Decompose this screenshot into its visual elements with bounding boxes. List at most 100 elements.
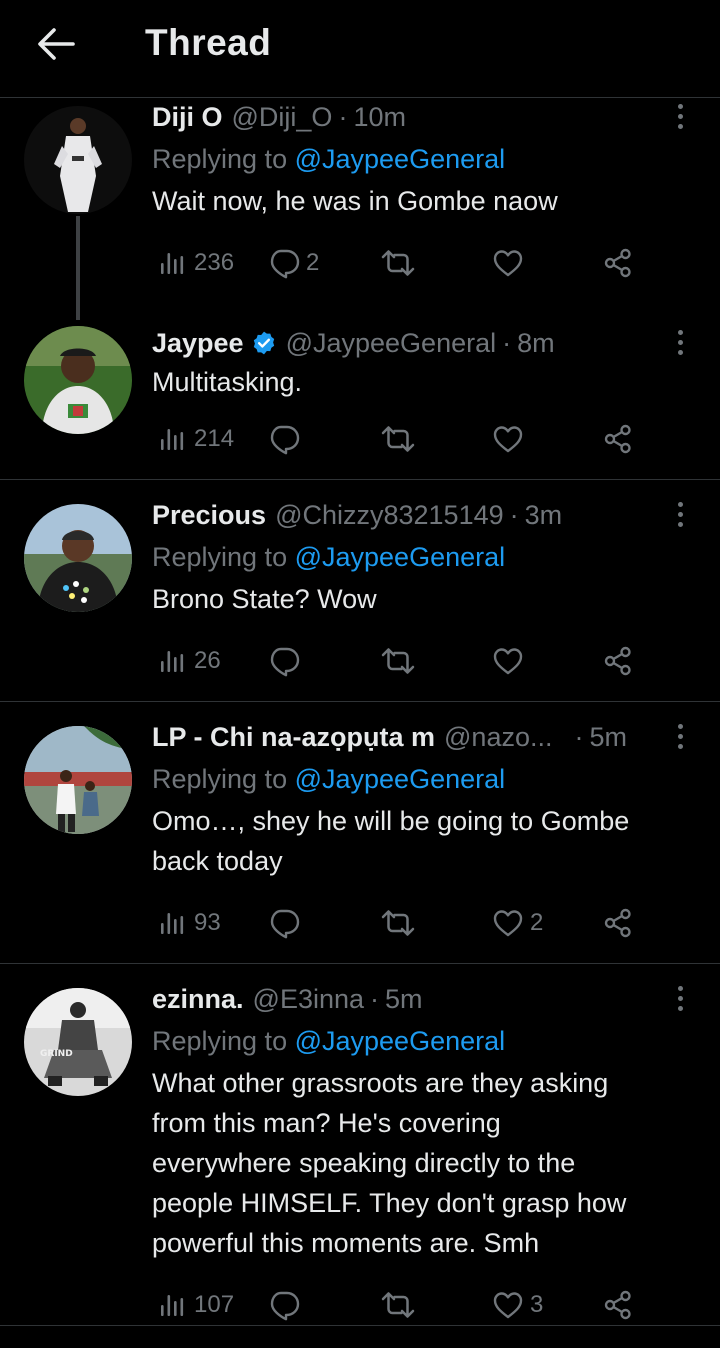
share-button[interactable] [602,644,634,678]
views-count: 214 [194,425,235,452]
replying-to-label: Replying to [152,144,295,174]
timestamp[interactable]: 8m [517,326,555,360]
timestamp[interactable]: 5m [385,982,423,1016]
views-button[interactable]: 26 [158,644,221,678]
views-count: 26 [194,647,221,674]
share-button[interactable] [602,246,634,280]
tweet-header: Precious @Chizzy83215149 · 3m [152,498,692,532]
views-count: 236 [194,249,235,276]
views-button[interactable]: 93 [158,906,221,940]
tweet[interactable]: Precious @Chizzy83215149 · 3m Replying t… [0,480,720,702]
more-options-button[interactable] [668,326,692,358]
top-bar: Thread [0,0,720,98]
tweet-text: What other grassroots are they asking fr… [152,1063,692,1263]
reply-bubble-icon [268,1289,300,1321]
share-button[interactable] [602,1288,634,1322]
tweet[interactable]: GRIND ezinna. @E3inna · 5m Replying to @… [0,964,720,1326]
retweet-button[interactable] [380,246,422,280]
more-vertical-icon [677,723,683,729]
retweet-button[interactable] [380,906,422,940]
replying-to: Replying to @JaypeeGeneral [152,540,692,574]
mention-link[interactable]: @JaypeeGeneral [295,144,506,174]
reply-bubble-icon [268,645,300,677]
avatar[interactable] [24,726,132,834]
mention-link[interactable]: @JaypeeGeneral [295,764,506,794]
tweet-header: ezinna. @E3inna · 5m [152,982,692,1016]
retweet-button[interactable] [380,644,422,678]
like-button[interactable] [492,422,530,456]
more-options-button[interactable] [668,720,692,752]
tweet-text-line: from this man? He's covering [152,1108,501,1138]
user-handle[interactable]: @E3inna [253,982,364,1016]
share-icon [602,423,634,455]
tweet-actions: 236 2 [158,246,648,280]
more-options-button[interactable] [668,982,692,1014]
user-handle[interactable]: @Chizzy83215149 [275,498,504,532]
tweet[interactable]: LP - Chi na-azọpụta m @nazo... · 5m Repl… [0,702,720,964]
views-button[interactable]: 214 [158,422,234,456]
reply-button[interactable] [268,422,306,456]
like-count: 2 [530,909,544,936]
tweet-text-line: people HIMSELF. They don't grasp how [152,1188,627,1218]
reply-button[interactable]: 2 [268,246,319,280]
more-vertical-icon [677,103,683,109]
avatar-text: GRIND [40,1049,73,1059]
heart-icon [492,1289,524,1321]
user-name[interactable]: Diji O [152,100,223,134]
user-name[interactable]: ezinna. [152,982,244,1016]
tweet-actions: 107 3 [158,1288,648,1322]
retweet-icon [380,423,416,455]
replying-to-label: Replying to [152,542,295,572]
tweet-text-line: What other grassroots are they asking [152,1068,609,1098]
like-button[interactable]: 3 [492,1288,543,1322]
avatar[interactable] [24,106,132,214]
separator-dot: · [502,328,512,358]
user-name[interactable]: LP - Chi na-azọpụta m [152,720,435,754]
user-handle[interactable]: @nazo... [444,720,552,754]
thread-line [76,216,80,320]
back-button[interactable] [34,22,78,66]
replying-to: Replying to @JaypeeGeneral [152,142,692,176]
timestamp[interactable]: 5m [589,720,627,754]
share-icon [602,645,634,677]
more-options-button[interactable] [668,100,692,132]
share-button[interactable] [602,422,634,456]
analytics-icon [158,908,188,938]
views-button[interactable]: 236 [158,246,234,280]
user-handle[interactable]: @Diji_O [232,100,333,134]
reply-button[interactable] [268,1288,306,1322]
tweet-header: Jaypee @JaypeeGeneral · 8m [152,326,692,360]
retweet-button[interactable] [380,422,422,456]
retweet-button[interactable] [380,1288,422,1322]
reply-button[interactable] [268,644,306,678]
user-name[interactable]: Precious [152,498,266,532]
user-handle[interactable]: @JaypeeGeneral [286,326,497,360]
mention-link[interactable]: @JaypeeGeneral [295,1026,506,1056]
user-name[interactable]: Jaypee [152,326,244,360]
timestamp[interactable]: 10m [353,100,406,134]
tweet[interactable]: Diji O @Diji_O · 10m Replying to @Jaypee… [0,100,720,320]
tweet[interactable]: Jaypee @JaypeeGeneral · 8m Multitasking.… [0,308,720,480]
mention-link[interactable]: @JaypeeGeneral [295,542,506,572]
views-count: 93 [194,909,221,936]
avatar[interactable]: GRIND [24,988,132,1096]
retweet-icon [380,645,416,677]
like-button[interactable]: 2 [492,906,543,940]
more-options-button[interactable] [668,498,692,530]
separator-dot: · [509,500,519,530]
timestamp[interactable]: 3m [525,498,563,532]
avatar[interactable] [24,326,132,434]
like-button[interactable] [492,246,530,280]
tweet-text: Multitasking. [152,367,303,397]
avatar[interactable] [24,504,132,612]
tweet-header: LP - Chi na-azọpụta m @nazo... · 5m [152,720,662,754]
share-icon [602,1289,634,1321]
like-button[interactable] [492,644,530,678]
retweet-icon [380,907,416,939]
arrow-left-icon [38,28,75,60]
analytics-icon [158,646,188,676]
tweet-actions: 214 [158,422,648,456]
reply-button[interactable] [268,906,306,940]
views-button[interactable]: 107 [158,1288,234,1322]
share-button[interactable] [602,906,634,940]
